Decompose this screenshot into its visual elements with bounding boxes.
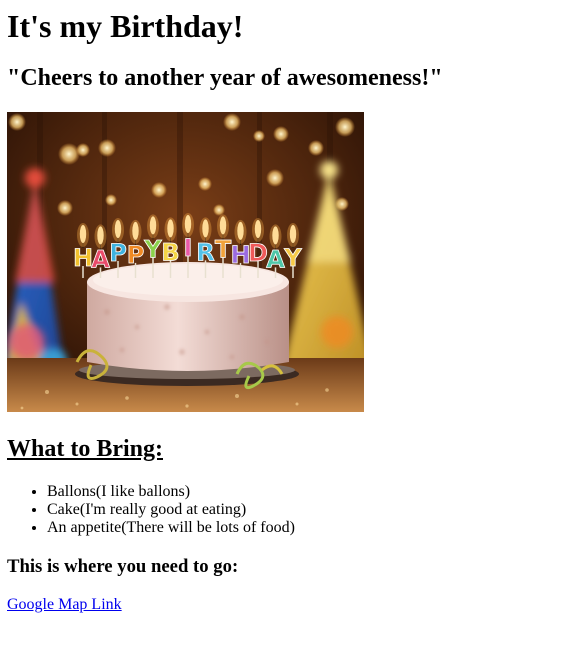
candle-letter: H xyxy=(73,244,93,272)
candle-letter: Y xyxy=(283,244,302,272)
candle-letter: A xyxy=(266,245,285,273)
candle-letter: T xyxy=(215,235,232,263)
candle-letter: I xyxy=(184,234,193,262)
what-to-bring-heading: What to Bring: xyxy=(7,436,163,462)
candle-letter: P xyxy=(109,239,127,267)
birthday-cake-photo: HAPPYBIRTHDAY xyxy=(7,112,364,412)
candle-letter: P xyxy=(127,241,145,269)
candle-letter: B xyxy=(161,238,179,266)
bring-list: Ballons(I like ballons) Cake(I'm really … xyxy=(7,483,295,537)
cake xyxy=(87,262,289,371)
candle-letter: D xyxy=(248,239,268,267)
birthday-cake-illustration: HA P P Y B I R T HDA Y xyxy=(7,112,364,412)
candle-letter: Y xyxy=(143,235,162,263)
google-map-link[interactable]: Google Map Link xyxy=(7,596,122,614)
directions-heading: This is where you need to go: xyxy=(7,556,239,577)
list-item: Ballons(I like ballons) xyxy=(47,483,295,501)
list-item: An appetite(There will be lots of food) xyxy=(47,519,295,537)
page-title: It's my Birthday! xyxy=(7,8,244,44)
candle-letter: A xyxy=(91,245,110,273)
candle-letter: R xyxy=(196,238,214,266)
page-subtitle: "Cheers to another year of awesomeness!" xyxy=(7,65,443,91)
list-item: Cake(I'm really good at eating) xyxy=(47,501,295,519)
